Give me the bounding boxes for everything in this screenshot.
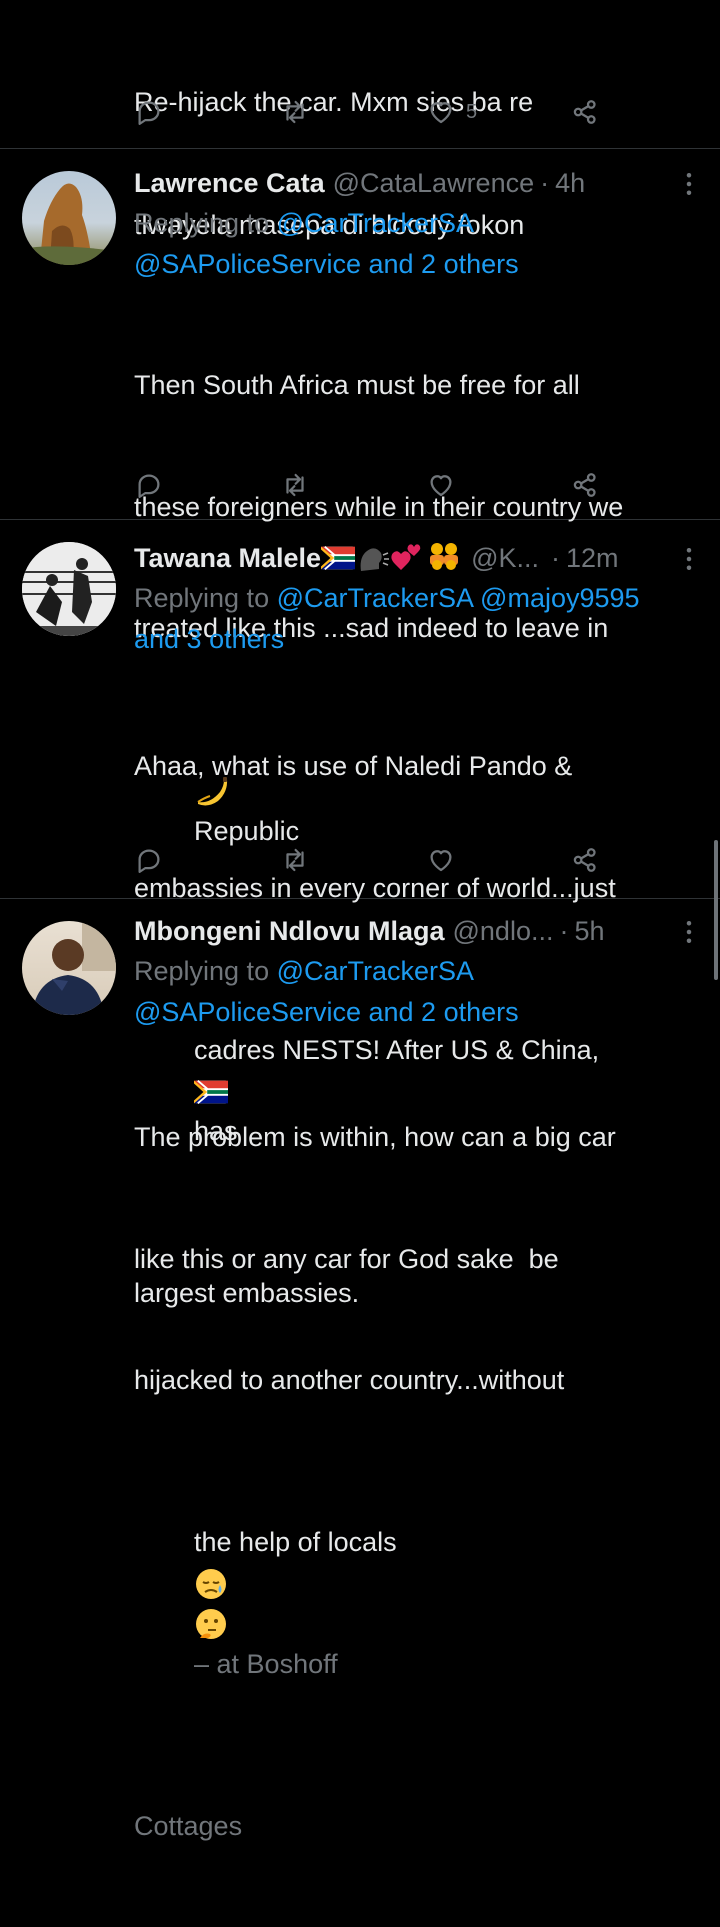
tweet-4-line: the help of locals – at Boshoff bbox=[134, 1482, 704, 1725]
tweet-4-header: Mbongeni Ndlovu Mlaga @ndlo... · 5h bbox=[134, 911, 704, 951]
tweet-1[interactable]: Re-hijack the car. Mxm sies ba re tlwaye… bbox=[0, 0, 720, 240]
author-handle[interactable]: @CataLawrence bbox=[333, 163, 535, 203]
like-icon bbox=[426, 470, 456, 500]
scrollbar[interactable] bbox=[714, 840, 718, 980]
tweet-2-actions bbox=[134, 465, 604, 505]
tweet-4[interactable]: Mbongeni Ndlovu Mlaga @ndlo... · 5h Repl… bbox=[0, 899, 720, 1841]
reply-button[interactable] bbox=[134, 465, 164, 505]
reply-icon bbox=[134, 470, 164, 500]
tweet-3-header: Tawana Malele @K... · 12m bbox=[134, 538, 704, 578]
more-icon[interactable] bbox=[674, 544, 704, 574]
tweet-1-actions: 5 bbox=[134, 92, 604, 132]
thinking-face-icon bbox=[196, 1608, 227, 1639]
share-icon bbox=[570, 845, 600, 875]
reply-button[interactable] bbox=[134, 840, 164, 880]
reply-button[interactable] bbox=[134, 92, 164, 132]
avatar[interactable] bbox=[22, 542, 116, 636]
replying-to: Replying to @CarTrackerSA @majoy9595 and… bbox=[134, 578, 704, 659]
tweet-3[interactable]: Tawana Malele @K... · 12m Replying to @C… bbox=[0, 520, 720, 1308]
more-icon[interactable] bbox=[674, 917, 704, 947]
mention-link[interactable]: @CarTrackerSA bbox=[277, 208, 474, 238]
replying-to: Replying to @CarTrackerSA @SAPoliceServi… bbox=[134, 951, 704, 1032]
speaking-head-icon bbox=[360, 548, 390, 571]
south-africa-flag-icon bbox=[321, 546, 355, 570]
mention-link[interactable]: @SAPoliceService and 2 others bbox=[134, 997, 519, 1027]
mention-link[interactable]: @SAPoliceService and 2 others bbox=[134, 249, 519, 279]
replying-prefix: Replying to bbox=[134, 208, 277, 238]
timestamp[interactable]: 5h bbox=[574, 911, 604, 951]
retweet-button[interactable] bbox=[280, 840, 310, 880]
sad-relieved-face-icon bbox=[196, 1569, 227, 1600]
tweet-4-text: The problem is within, how can a big car… bbox=[134, 1036, 704, 1927]
retweet-icon bbox=[280, 470, 310, 500]
two-hearts-icon bbox=[391, 544, 421, 570]
reply-icon bbox=[134, 97, 164, 127]
like-button[interactable]: 5 bbox=[426, 92, 477, 132]
tweet-2-line: Then South Africa must be free for all bbox=[134, 370, 580, 400]
share-button[interactable] bbox=[570, 465, 600, 505]
author-name[interactable]: Lawrence Cata bbox=[134, 163, 325, 203]
like-count: 5 bbox=[466, 100, 478, 123]
tweet-4-line: The problem is within, how can a big car bbox=[134, 1122, 616, 1152]
replying-prefix: Replying to bbox=[134, 956, 277, 986]
share-icon bbox=[570, 470, 600, 500]
tweet-4-line: like this or any car for God sake be bbox=[134, 1243, 559, 1274]
author-name[interactable]: Mbongeni Ndlovu Mlaga bbox=[134, 911, 445, 951]
retweet-button[interactable] bbox=[280, 92, 310, 132]
timestamp[interactable]: 4h bbox=[555, 163, 585, 203]
retweet-button[interactable] bbox=[280, 465, 310, 505]
replying-to: Replying to @CarTrackerSA @SAPoliceServi… bbox=[134, 203, 704, 284]
retweet-icon bbox=[280, 845, 310, 875]
author-handle[interactable]: @ndlo... bbox=[453, 911, 554, 951]
author-handle[interactable]: @K... bbox=[471, 538, 539, 578]
location-prefix[interactable]: – at Boshoff bbox=[194, 1649, 338, 1679]
tweet-3-actions bbox=[134, 840, 604, 880]
like-button[interactable] bbox=[426, 465, 456, 505]
mention-link[interactable]: @CarTrackerSA bbox=[277, 956, 474, 986]
tweet-4-line: hijacked to another country...without bbox=[134, 1365, 565, 1395]
reply-icon bbox=[134, 845, 164, 875]
avatar[interactable] bbox=[22, 921, 116, 1015]
share-button[interactable] bbox=[570, 92, 600, 132]
tweet-3-line: Ahaa, what is use of Naledi Pando & bbox=[134, 751, 573, 781]
tweet-4-line-4-start: the help of locals bbox=[194, 1527, 397, 1557]
tweet-2[interactable]: Lawrence Cata @CataLawrence · 4h Replyin… bbox=[0, 149, 720, 846]
location-end[interactable]: Cottages bbox=[134, 1806, 704, 1847]
more-icon[interactable] bbox=[674, 169, 704, 199]
retweet-icon bbox=[280, 97, 310, 127]
tweet-2-header: Lawrence Cata @CataLawrence · 4h bbox=[134, 163, 704, 203]
like-button[interactable] bbox=[426, 840, 456, 880]
share-icon bbox=[570, 97, 600, 127]
like-icon bbox=[426, 845, 456, 875]
separator-dot: · bbox=[551, 543, 560, 573]
mention-link[interactable]: and 3 others bbox=[134, 624, 284, 654]
separator-dot: · bbox=[540, 168, 550, 198]
share-button[interactable] bbox=[570, 840, 600, 880]
replying-prefix: Replying to bbox=[134, 583, 277, 613]
separator-dot: · bbox=[559, 916, 569, 946]
timestamp[interactable]: 12m bbox=[566, 538, 619, 578]
author-name[interactable]: Tawana Malele bbox=[134, 538, 321, 578]
mention-link[interactable]: @CarTrackerSA @majoy9595 bbox=[277, 583, 640, 613]
family-icon bbox=[430, 543, 459, 570]
like-icon bbox=[426, 97, 456, 127]
avatar[interactable] bbox=[22, 171, 116, 265]
